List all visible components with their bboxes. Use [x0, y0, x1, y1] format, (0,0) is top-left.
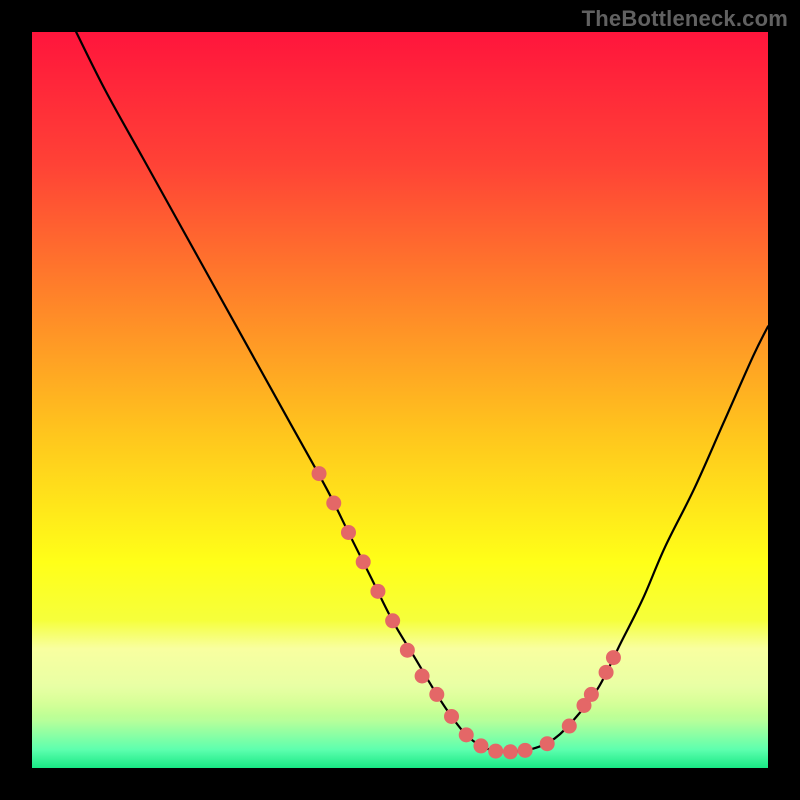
dot — [606, 650, 621, 665]
dot — [444, 709, 459, 724]
dot — [356, 554, 371, 569]
dot — [370, 584, 385, 599]
dot — [326, 496, 341, 511]
chart-frame — [32, 32, 768, 768]
dot — [341, 525, 356, 540]
dot — [584, 687, 599, 702]
dot — [540, 736, 555, 751]
dot — [429, 687, 444, 702]
bottleneck-curve-svg — [32, 32, 768, 768]
plot-area — [32, 32, 768, 768]
dot — [415, 669, 430, 684]
highlighted-points — [312, 466, 621, 759]
dot — [562, 719, 577, 734]
dot — [488, 744, 503, 759]
dot — [518, 743, 533, 758]
dot — [312, 466, 327, 481]
bottleneck-curve — [76, 32, 768, 752]
watermark-text: TheBottleneck.com — [582, 6, 788, 32]
dot — [503, 744, 518, 759]
dot — [385, 613, 400, 628]
dot — [400, 643, 415, 658]
dot — [599, 665, 614, 680]
dot — [459, 727, 474, 742]
dot — [473, 738, 488, 753]
